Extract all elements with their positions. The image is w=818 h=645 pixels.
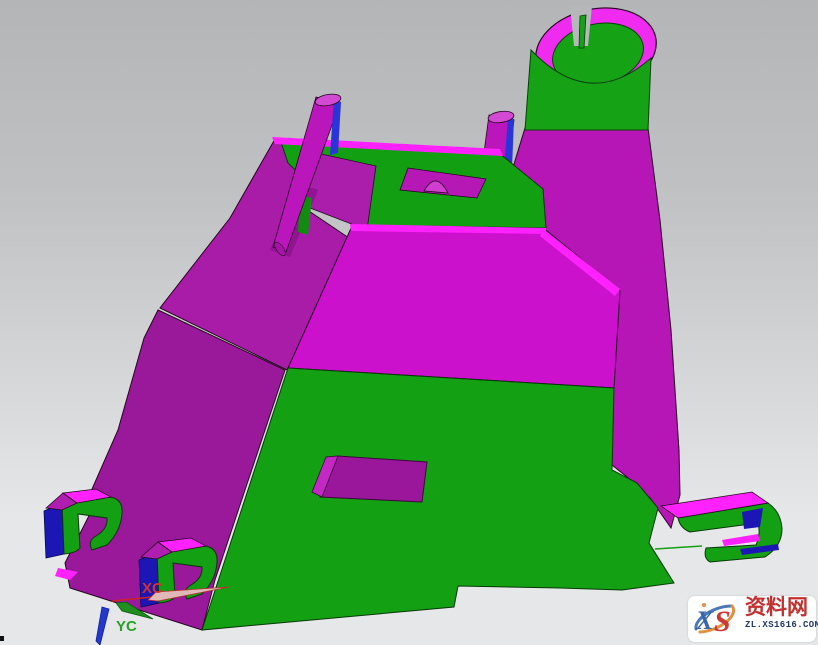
watermark-badge: X S 资料网 ZL.XS1616.COM [688, 596, 816, 642]
hook-right-pink-lip [722, 534, 760, 546]
cad-model[interactable] [44, 0, 782, 630]
wcs-y-label: YC [116, 618, 137, 635]
svg-text:S: S [714, 605, 731, 638]
hook-blue-face [44, 503, 64, 558]
hook-right-edge-line [655, 546, 702, 549]
wcs-x-label: XC [142, 580, 163, 597]
corner-mark [0, 636, 4, 641]
svg-text:X: X [695, 606, 714, 635]
wcs-z-cone[interactable] [96, 607, 109, 645]
cad-graphics-window[interactable]: XC YC X S 资料网 ZL.XS1616.COM [0, 0, 818, 645]
watermark-site-name: 资料网 [745, 596, 808, 619]
watermark-logo-icon: X S [688, 596, 744, 640]
cad-model-canvas[interactable]: XC YC [0, 0, 818, 645]
pocket-recess[interactable] [312, 456, 427, 502]
watermark-site-url: ZL.XS1616.COM [745, 621, 818, 630]
